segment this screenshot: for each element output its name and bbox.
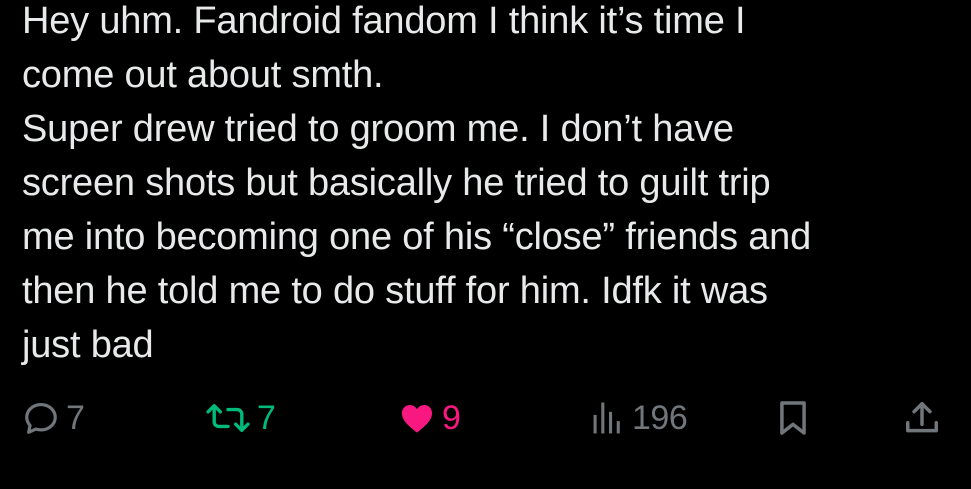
share-button[interactable] <box>903 390 941 446</box>
repost-count: 7 <box>257 399 276 437</box>
post-text-line: Hey uhm. Fandroid fandom I think it’s ti… <box>22 0 746 42</box>
post-text-line: Super drew tried to groom me. I don’t ha… <box>22 108 734 150</box>
reply-icon <box>22 399 60 437</box>
reply-count: 7 <box>66 399 85 437</box>
repost-icon <box>205 399 251 437</box>
post-action-bar: 7 7 9 196 <box>0 390 971 446</box>
share-icon <box>903 399 941 437</box>
post-text: Hey uhm. Fandroid fandom I think it’s ti… <box>22 0 952 372</box>
like-count: 9 <box>442 399 461 437</box>
post-text-line: come out about smth. <box>22 54 384 96</box>
heart-icon <box>398 399 436 437</box>
post-text-line: screen shots but basically he tried to g… <box>22 162 771 204</box>
bookmark-icon <box>777 399 809 437</box>
views-count: 196 <box>632 399 688 437</box>
post-text-line: then he told me to do stuff for him. Idf… <box>22 270 768 312</box>
views-icon <box>592 399 626 437</box>
views-button[interactable]: 196 <box>592 390 688 446</box>
post-text-line: me into becoming one of his “close” frie… <box>22 216 812 258</box>
bookmark-button[interactable] <box>777 390 809 446</box>
post-text-line: just bad <box>22 324 154 366</box>
repost-button[interactable]: 7 <box>205 390 276 446</box>
like-button[interactable]: 9 <box>398 390 461 446</box>
reply-button[interactable]: 7 <box>22 390 85 446</box>
